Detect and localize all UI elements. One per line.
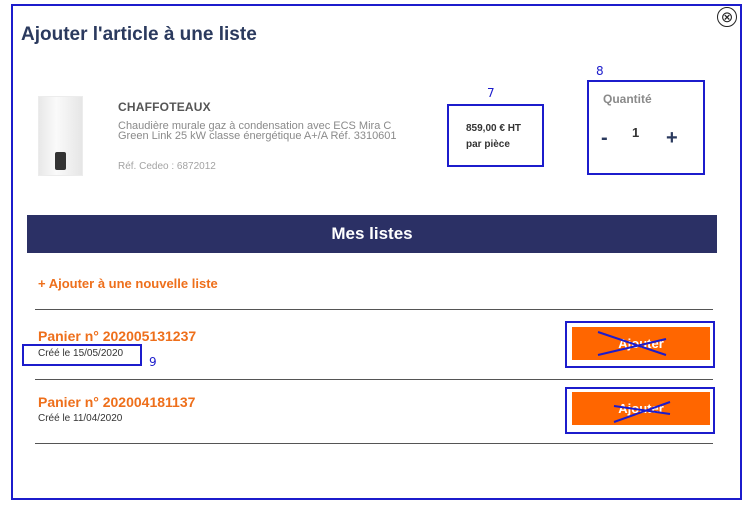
list-item-date: Créé le 15/05/2020	[38, 348, 124, 359]
annotation-number-price: 7	[487, 86, 495, 100]
add-to-list-button[interactable]: Ajouter	[572, 392, 710, 425]
price-unit: par pièce	[466, 139, 510, 150]
list-item-name: Panier n° 202004181137	[38, 394, 196, 410]
quantity-value[interactable]: 1	[632, 125, 639, 140]
annotation-number-quantity: 8	[596, 64, 604, 78]
product-price: 859,00 € HT par pièce	[466, 121, 521, 153]
list-item-date: Créé le 11/04/2020	[38, 413, 123, 424]
add-new-list-link[interactable]: + Ajouter à une nouvelle liste	[38, 276, 218, 291]
list-item-name: Panier n° 202005131237	[38, 328, 197, 344]
lists-header: Mes listes	[27, 215, 717, 253]
product-ref-cedeo: Réf. Cedeo : 6872012	[118, 161, 216, 172]
strike-cross-icon	[597, 331, 667, 356]
boiler-control-icon	[55, 152, 66, 170]
add-to-list-button[interactable]: Ajouter	[572, 327, 710, 360]
divider	[35, 379, 713, 380]
quantity-increase-button[interactable]: +	[666, 127, 682, 149]
divider	[35, 309, 713, 310]
quantity-label: Quantité	[603, 92, 652, 106]
product-image	[38, 96, 83, 176]
annotation-number-date: 9	[149, 355, 157, 369]
strike-cross-icon	[613, 401, 671, 423]
price-value: 859,00 € HT	[466, 123, 522, 134]
modal-title: Ajouter l'article à une liste	[21, 24, 257, 45]
product-description: Chaudière murale gaz à condensation avec…	[118, 120, 397, 142]
quantity-decrease-button[interactable]: -	[601, 127, 615, 149]
divider	[35, 443, 713, 444]
close-icon[interactable]: ⊗	[717, 7, 737, 27]
product-brand: CHAFFOTEAUX	[118, 100, 211, 114]
